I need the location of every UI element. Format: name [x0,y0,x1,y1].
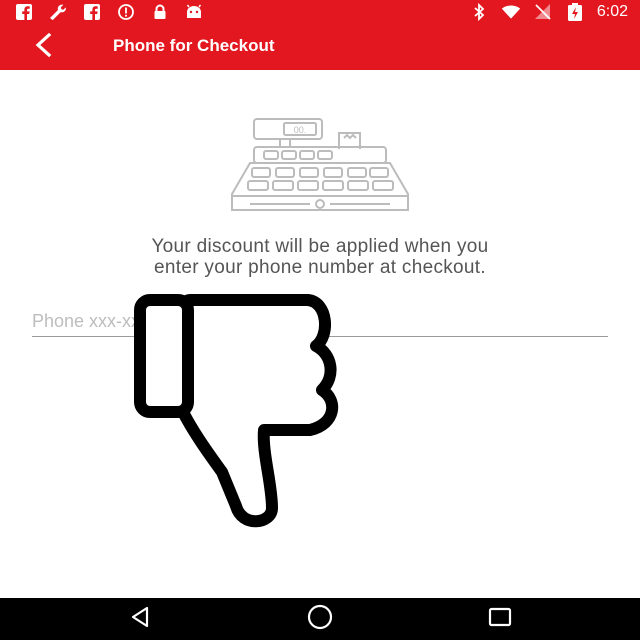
wrench-icon [48,2,68,22]
discount-message: Your discount will be applied when you e… [40,236,600,278]
system-icons: 6:02 [469,2,628,22]
app-toolbar: Phone for Checkout [0,24,640,70]
message-line-1: Your discount will be applied when you [151,236,489,257]
bluetooth-icon [469,2,489,22]
android-icon [184,2,204,22]
status-time: 6:02 [596,3,628,20]
cash-register-icon: 00. [226,116,414,216]
lock-icon [150,2,170,22]
back-button[interactable] [26,31,60,63]
nav-recents-button[interactable] [470,598,530,640]
wifi-icon [501,2,521,22]
recents-square-icon [487,604,513,635]
nav-back-button[interactable] [110,598,170,640]
nav-home-button[interactable] [290,598,350,640]
home-circle-icon [305,602,335,637]
nav-bar [0,598,640,640]
message-line-2: enter your phone number at checkout. [154,257,486,278]
back-triangle-icon [128,605,152,634]
facebook-icon [14,2,34,22]
page-title: Phone for Checkout [113,36,275,55]
back-arrow-icon [32,32,54,62]
status-bar: 6:02 [0,0,640,24]
phone-input[interactable] [32,306,608,337]
no-signal-icon [533,2,553,22]
battery-charging-icon [565,2,585,22]
register-display: 00. [294,125,307,135]
notification-icons [14,2,204,22]
facebook-icon [82,2,102,22]
alert-icon [116,2,136,22]
